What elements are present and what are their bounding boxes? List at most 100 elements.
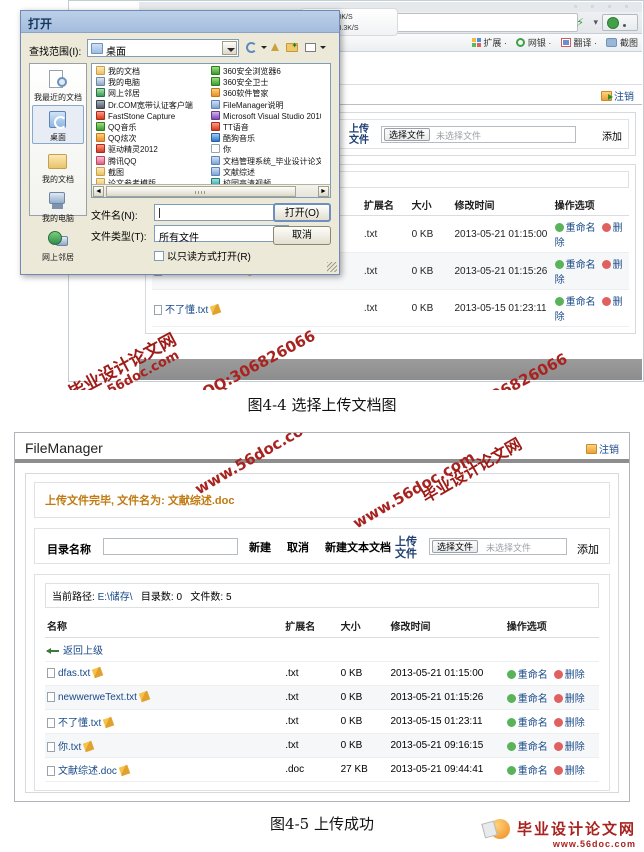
- dialog-file-item[interactable]: FastStone Capture: [96, 110, 206, 122]
- cell-actions[interactable]: 重命名 删除: [552, 215, 629, 253]
- rename-link[interactable]: 重命名: [518, 670, 548, 681]
- dialog-file-item[interactable]: FileManager说明: [211, 99, 321, 111]
- add-button[interactable]: 添加: [577, 541, 599, 557]
- rename-link[interactable]: 重命名: [566, 260, 596, 271]
- edit-pencil-icon[interactable]: [210, 303, 222, 315]
- cell-actions[interactable]: 重命名 删除: [504, 709, 599, 734]
- cell-actions[interactable]: 重命名 删除: [504, 685, 599, 710]
- edit-pencil-icon[interactable]: [103, 716, 115, 729]
- cancel-button[interactable]: 取消: [273, 226, 331, 245]
- dialog-file-item[interactable]: 我的文档: [96, 66, 206, 77]
- delete-link[interactable]: 删除: [565, 766, 585, 777]
- toolbar-screenshot[interactable]: 截图: [606, 36, 638, 49]
- table-row[interactable]: 文献综述.doc .doc 27 KB 2013-05-21 09:44:41 重命名 删…: [45, 757, 599, 782]
- table-row[interactable]: dfas.txt .txt0 KB2013-05-21 01:15:00 重命名 删除: [45, 661, 599, 686]
- rename-link[interactable]: 重命名: [518, 766, 548, 777]
- chevron-down-icon[interactable]: [222, 41, 237, 55]
- edit-pencil-icon[interactable]: [91, 666, 104, 679]
- logout-link[interactable]: 注销: [586, 441, 619, 456]
- dialog-file-list[interactable]: 我的文档 我的电脑 网上邻居 Dr.COM宽带认证客户端 FastStone Captu…: [91, 63, 331, 198]
- edit-pencil-icon[interactable]: [118, 764, 131, 777]
- cell-name[interactable]: dfas.txt: [45, 661, 284, 686]
- views-icon[interactable]: [304, 40, 320, 56]
- back-cell[interactable]: 返回上级: [45, 637, 599, 662]
- back-icon[interactable]: [245, 40, 261, 56]
- dialog-file-item[interactable]: 酷狗音乐: [211, 133, 321, 144]
- file-name-link[interactable]: newwerweText.txt: [58, 692, 137, 703]
- dialog-file-item[interactable]: 360软件管家: [211, 88, 321, 99]
- chevron-down-icon[interactable]: ▾: [593, 17, 598, 28]
- scroll-right-arrow-icon[interactable]: ►: [318, 186, 329, 197]
- rename-link[interactable]: 重命名: [518, 718, 548, 729]
- file-name-link[interactable]: 不了懂.txt: [58, 718, 101, 729]
- rename-link[interactable]: 重命名: [566, 297, 596, 308]
- cancel-button[interactable]: 取消: [287, 539, 309, 555]
- dialog-file-item[interactable]: 360安全浏览器6: [211, 66, 321, 77]
- dialog-file-item[interactable]: QQ音乐: [96, 121, 206, 133]
- dialog-file-item[interactable]: 360安全卫士: [211, 77, 321, 88]
- dialog-file-item[interactable]: QQ炫次: [96, 133, 206, 144]
- cell-name[interactable]: 不了懂.txt: [45, 709, 284, 734]
- lightning-icon[interactable]: ⚡: [576, 16, 584, 29]
- place-desktop[interactable]: 桌面: [32, 105, 84, 144]
- table-row[interactable]: newwerweText.txt .txt0 KB2013-05-21 01:15…: [45, 685, 599, 710]
- rename-link[interactable]: 重命名: [566, 223, 596, 234]
- dialog-file-item[interactable]: 文档管理系统_毕业设计论文_开题预1: [211, 155, 321, 167]
- file-input[interactable]: 选择文件 未选择文件: [381, 126, 576, 143]
- new-text-doc-button[interactable]: 新建文本文档: [325, 539, 391, 555]
- delete-link[interactable]: 删除: [565, 694, 585, 705]
- new-button[interactable]: 新建: [249, 539, 271, 555]
- place-my-documents[interactable]: 我的文档: [30, 146, 86, 185]
- file-name-link[interactable]: 文献综述.doc: [58, 766, 117, 777]
- cell-actions[interactable]: 重命名 删除: [552, 289, 629, 327]
- look-in-combobox[interactable]: 桌面: [87, 39, 239, 58]
- toolbar-extensions[interactable]: 扩展 ·: [471, 36, 507, 49]
- dialog-file-item[interactable]: Microsoft Visual Studio 2010: [211, 110, 321, 122]
- cell-name[interactable]: 你.txt: [45, 733, 284, 758]
- search-button[interactable]: [602, 14, 638, 31]
- table-row[interactable]: 不了懂.txt .txt 0 KB 2013-05-15 01:23:11 重命名 删除: [45, 709, 599, 734]
- toolbar-online-banking[interactable]: 网银 ·: [516, 36, 551, 49]
- back-link[interactable]: 返回上级: [63, 646, 103, 657]
- edit-pencil-icon[interactable]: [83, 740, 95, 753]
- up-one-level-icon[interactable]: [268, 40, 284, 56]
- open-button[interactable]: 打开(O): [273, 203, 331, 222]
- readonly-checkbox[interactable]: 以只读方式打开(R): [154, 248, 251, 263]
- delete-link[interactable]: 删除: [565, 718, 585, 729]
- delete-link[interactable]: 删除: [565, 742, 585, 753]
- dialog-file-item[interactable]: 文献综述: [211, 166, 321, 178]
- place-recent-documents[interactable]: 我最近的文档: [30, 64, 86, 103]
- views-chevron-icon[interactable]: [320, 46, 326, 49]
- add-button[interactable]: 添加: [602, 128, 622, 143]
- scroll-thumb[interactable]: [106, 186, 296, 197]
- checkbox-box[interactable]: [154, 251, 164, 261]
- back-row[interactable]: 返回上级: [45, 637, 599, 662]
- horizontal-scrollbar[interactable]: ◄ ►: [92, 184, 330, 197]
- table-row[interactable]: 不了懂.txt .txt 0 KB 2013-05-15 01:23:11 重命名 删除: [152, 289, 629, 327]
- rename-link[interactable]: 重命名: [518, 694, 548, 705]
- file-input[interactable]: 选择文件 未选择文件: [429, 538, 567, 555]
- resize-grip[interactable]: [327, 262, 337, 272]
- rename-link[interactable]: 重命名: [518, 742, 548, 753]
- cell-actions[interactable]: 重命名 删除: [504, 733, 599, 758]
- choose-file-button[interactable]: 选择文件: [432, 540, 479, 553]
- cell-actions[interactable]: 重命名 删除: [552, 252, 629, 290]
- dialog-file-item[interactable]: 腾讯QQ: [96, 155, 206, 167]
- cell-name[interactable]: 文献综述.doc: [45, 757, 284, 782]
- back-chevron-icon[interactable]: [261, 46, 267, 49]
- filename-input[interactable]: [154, 204, 289, 221]
- file-name-link[interactable]: dfas.txt: [58, 668, 90, 679]
- logout-link[interactable]: 注销: [601, 88, 634, 103]
- file-name-link[interactable]: 不了懂.txt: [165, 305, 208, 316]
- cell-actions[interactable]: 重命名 删除: [504, 757, 599, 782]
- toolbar-translate[interactable]: 翻译 ·: [560, 36, 597, 49]
- choose-file-button[interactable]: 选择文件: [384, 128, 431, 141]
- place-network[interactable]: 网上邻居: [30, 224, 86, 263]
- dialog-file-item[interactable]: 截图: [96, 166, 206, 178]
- delete-link[interactable]: 删除: [565, 670, 585, 681]
- filetype-select[interactable]: 所有文件: [154, 225, 289, 244]
- dialog-file-item[interactable]: TT语音: [211, 121, 321, 133]
- cell-name[interactable]: 不了懂.txt: [152, 289, 362, 327]
- dialog-file-item[interactable]: Dr.COM宽带认证客户端: [96, 99, 206, 111]
- edit-pencil-icon[interactable]: [138, 690, 151, 703]
